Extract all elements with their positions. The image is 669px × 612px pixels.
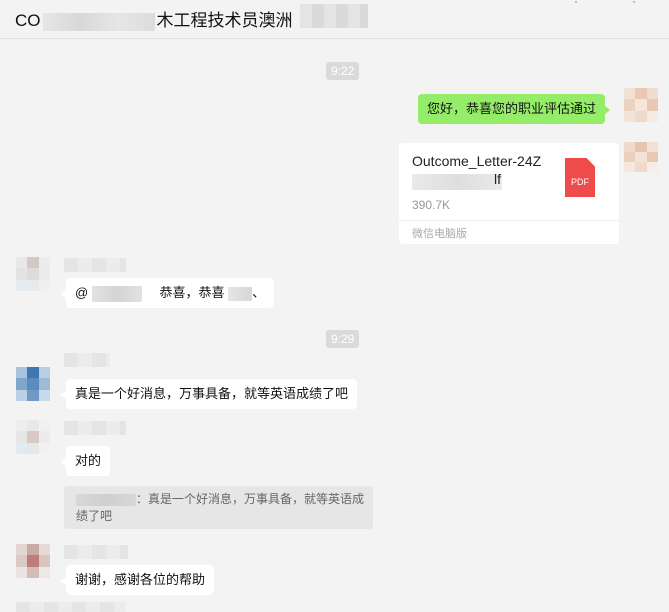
title-redaction	[42, 12, 155, 31]
file-size: 390.7K	[412, 198, 451, 212]
chat-title-start: CO	[15, 11, 41, 30]
pdf-icon: PDF	[565, 158, 595, 197]
avatar[interactable]	[16, 420, 50, 454]
message-suffix: 、	[252, 285, 266, 300]
chat-title[interactable]: CO 木工程技术员澳洲	[15, 6, 293, 31]
quoted-message[interactable]: ：真是一个好消息，万事具备，就等英语成绩了吧	[64, 486, 373, 529]
sender-name-redaction	[64, 258, 126, 272]
avatar[interactable]	[16, 367, 50, 401]
quote-author-redaction	[76, 493, 136, 506]
file-name-tail: lf	[494, 171, 501, 187]
chat-title-end: 木工程技术员澳洲	[156, 11, 293, 30]
avatar[interactable]	[624, 88, 658, 122]
divider	[399, 220, 619, 221]
file-source: 微信电脑版	[412, 228, 467, 240]
timestamp: 9:29	[326, 330, 360, 348]
sender-name-redaction	[64, 545, 128, 559]
message-text: 恭喜，恭喜	[159, 285, 225, 300]
title-redaction-end	[300, 4, 368, 28]
window-control-icon[interactable]: ·	[632, 0, 636, 8]
pdf-icon-label: PDF	[571, 177, 589, 187]
avatar[interactable]	[16, 257, 50, 291]
file-name-redaction	[412, 174, 502, 190]
window-control-icon[interactable]: ·	[574, 0, 578, 8]
avatar[interactable]	[16, 544, 50, 578]
file-name: Outcome_Letter-24Z	[412, 153, 542, 169]
incoming-message[interactable]: @ 恭喜，恭喜 、	[60, 278, 275, 308]
mention-prefix: @	[75, 285, 89, 300]
timestamp: 9:22	[326, 62, 360, 80]
incoming-message[interactable]: 真是一个好消息，万事具备，就等英语成绩了吧	[60, 379, 358, 409]
quote-body: ：真是一个好消息，万事具备，就等英语成绩了吧	[76, 491, 366, 525]
mention-redaction	[91, 285, 142, 302]
incoming-message[interactable]: 谢谢，感谢各位的帮助	[60, 565, 215, 595]
chat-header: CO 木工程技术员澳洲 · ·	[0, 0, 669, 39]
sender-name-redaction	[64, 353, 110, 367]
incoming-message[interactable]: 对的	[60, 446, 111, 476]
avatar[interactable]	[624, 142, 658, 172]
sender-name-redaction	[64, 421, 126, 435]
next-message-redaction	[16, 602, 126, 612]
outgoing-message[interactable]: 您好，恭喜您的职业评估通过	[418, 94, 611, 124]
mention-redaction	[228, 286, 253, 301]
